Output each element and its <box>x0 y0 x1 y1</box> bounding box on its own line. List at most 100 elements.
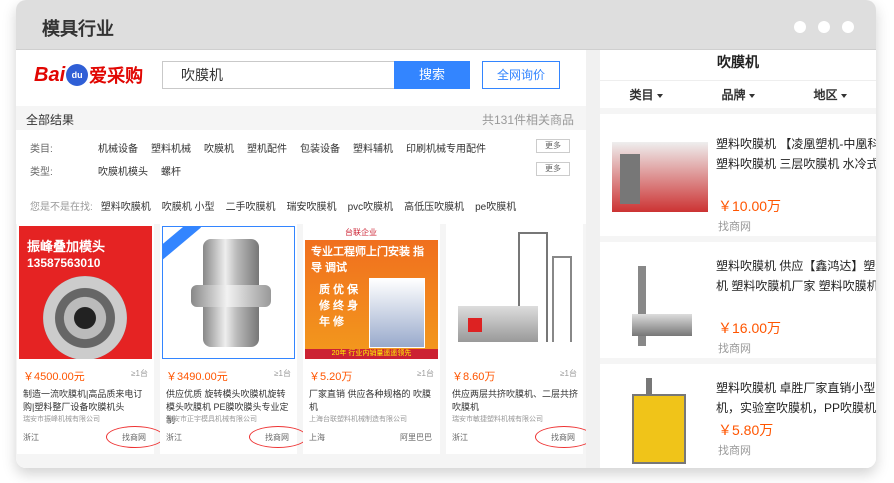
price-row: ￥5.20万 ≥1台 <box>309 368 434 384</box>
filter-option[interactable]: 塑料机械 <box>151 140 191 155</box>
filter-option[interactable]: 塑料辅机 <box>353 140 393 155</box>
region: 浙江 <box>23 433 39 442</box>
window-titlebar: 模具行业 <box>16 0 876 50</box>
company-name[interactable]: 瑞安市振峰机械有限公司 <box>23 414 150 424</box>
more-category-button[interactable]: 更多 <box>536 139 570 153</box>
suggest-option[interactable]: 高低压吹膜机 <box>404 198 464 213</box>
product-thumbnail[interactable] <box>612 378 708 468</box>
product-title[interactable]: 塑料吹膜机 卓胜厂家直销小型吹机，实验室吹膜机，PP吹膜机 <box>716 378 876 418</box>
product-title[interactable]: 厂家直销 供应各种规格的 吹膜机 <box>309 388 436 414</box>
product-image[interactable] <box>448 226 581 359</box>
company-name[interactable]: 瑞安市敏捷塑料机械有限公司 <box>452 414 579 424</box>
search-button[interactable]: 搜索 <box>394 61 470 89</box>
machine-graphic <box>632 394 686 464</box>
window-dot-2[interactable] <box>818 21 830 33</box>
product-thumbnail[interactable] <box>612 256 708 352</box>
suggest-option[interactable]: 塑料吹膜机 <box>101 198 151 213</box>
product-image[interactable]: 振峰叠加模头 13587563010 <box>19 226 152 359</box>
image-band-text: 专业工程师上门安装 指导 调试 <box>311 246 425 274</box>
source-site[interactable]: 找商网 <box>718 218 751 234</box>
product-image[interactable] <box>162 226 295 359</box>
paw-icon: du <box>66 64 89 86</box>
source-site[interactable]: 找商网 <box>249 426 307 448</box>
filter-row-type: 类型: 吹膜机模头 螺杆 <box>30 163 194 178</box>
filter-row-category: 类目: 机械设备 塑料机械 吹膜机 塑机配件 包装设备 塑料辅机 印刷机械专用配… <box>30 140 499 155</box>
product-card[interactable]: ￥8.60万 ≥1台 供应两层共挤吹膜机、二层共挤吹膜机 瑞安市敏捷塑料机械有限… <box>446 224 593 454</box>
min-order: ≥1台 <box>560 369 577 378</box>
price-row: ￥8.60万 ≥1台 <box>452 368 577 384</box>
logo-aicai-text: 爱采购 <box>89 66 144 86</box>
product-price: ￥3490.00元 <box>166 371 228 383</box>
product-thumbnail[interactable] <box>612 134 708 230</box>
filter-option[interactable]: 螺杆 <box>161 163 181 178</box>
window-dot-3[interactable] <box>842 21 854 33</box>
more-type-button[interactable]: 更多 <box>536 162 570 176</box>
source-site[interactable]: 找商网 <box>718 442 751 458</box>
source-site[interactable]: 找商网 <box>718 340 751 356</box>
product-title[interactable]: 塑料吹膜机 供应【鑫鸿达】塑料机 塑料吹膜机厂家 塑料吹膜机 <box>716 256 876 296</box>
machine-graphic <box>632 314 692 336</box>
tab-category[interactable]: 类目 <box>600 81 692 108</box>
image-vertical-text: 质 优 保 修 终 身 年 修 <box>319 284 359 328</box>
search-input[interactable]: 吹膜机 <box>162 61 394 89</box>
product-title[interactable]: 塑料吹膜机 【凌凰塑机-中凰科层塑料吹膜机 三层吹膜机 水冷式 <box>716 134 876 174</box>
mobile-list-item[interactable]: 塑料吹膜机 卓胜厂家直销小型吹机，实验室吹膜机，PP吹膜机 ￥5.80万 找商网 <box>600 364 876 468</box>
region: 浙江 <box>166 433 182 442</box>
tab-label: 品牌 <box>721 88 746 102</box>
browser-window: 模具行业 Bai du 爱采购 吹膜机 搜索 全网询价 全部结果 共131件相关… <box>16 0 876 468</box>
filter-label: 类型: <box>30 167 53 178</box>
search-results-panel: Bai du 爱采购 吹膜机 搜索 全网询价 全部结果 共131件相关商品 类目… <box>16 50 593 468</box>
product-title[interactable]: 制造一流吹膜机|高品质来电订购|塑料整厂设备吹膜机头 <box>23 388 150 414</box>
product-card[interactable]: ￥3490.00元 ≥1台 供应优质 旋转模头吹膜机旋转模头吹膜机 PE膜吹膜头… <box>160 224 307 454</box>
image-footer-text: 20年 行业内销量遥遥领先 <box>305 349 438 359</box>
suggest-option[interactable]: 二手吹膜机 <box>226 198 276 213</box>
price-row: ￥3490.00元 ≥1台 <box>166 368 291 384</box>
suggest-option[interactable]: pe吹膜机 <box>475 198 516 213</box>
image-text: 振峰叠加模头 <box>27 239 106 254</box>
region: 上海 <box>309 433 325 442</box>
filter-option[interactable]: 印刷机械专用配件 <box>406 140 486 155</box>
window-dot-1[interactable] <box>794 21 806 33</box>
filter-option[interactable]: 包装设备 <box>300 140 340 155</box>
image-brand-text: 台联企业 <box>305 226 438 240</box>
product-price: ￥5.80万 <box>718 422 774 438</box>
source-site[interactable]: 阿里巴巴 <box>400 432 432 443</box>
product-card[interactable]: 振峰叠加模头 13587563010 ￥4500.00元 ≥1台 制造一流吹膜机… <box>17 224 164 454</box>
product-card[interactable]: 台联企业 专业工程师上门安装 指导 调试 质 优 保 修 终 身 年 修 20年… <box>303 224 440 454</box>
product-price: ￥5.20万 <box>309 371 353 383</box>
card-footer: 上海 阿里巴巴 <box>309 432 432 443</box>
source-site[interactable]: 找商网 <box>535 426 593 448</box>
results-header: 全部结果 共131件相关商品 <box>16 106 586 130</box>
filter-option[interactable]: 吹膜机模头 <box>98 163 148 178</box>
results-count: 共131件相关商品 <box>481 113 574 127</box>
window-title: 模具行业 <box>42 19 114 39</box>
min-order: ≥1台 <box>417 369 434 378</box>
product-price: ￥10.00万 <box>718 198 782 214</box>
company-name[interactable]: 瑞安市正宇模具机械有限公司 <box>166 414 293 424</box>
suggest-option[interactable]: pvc吹膜机 <box>348 198 394 213</box>
mobile-list-item[interactable]: 塑料吹膜机 供应【鑫鸿达】塑料机 塑料吹膜机厂家 塑料吹膜机 ￥16.00万 找… <box>600 242 876 364</box>
product-price: ￥4500.00元 <box>23 371 85 383</box>
product-title[interactable]: 供应两层共挤吹膜机、二层共挤吹膜机 <box>452 388 579 414</box>
allnet-inquiry-button[interactable]: 全网询价 <box>482 61 560 89</box>
product-image[interactable]: 台联企业 专业工程师上门安装 指导 调试 质 优 保 修 终 身 年 修 20年… <box>305 226 438 359</box>
card-footer: 浙江 找商网 <box>23 426 164 448</box>
filter-option[interactable]: 吹膜机 <box>204 140 234 155</box>
machine-graphic <box>369 278 425 348</box>
tab-region[interactable]: 地区 <box>784 81 876 108</box>
source-site[interactable]: 找商网 <box>106 426 164 448</box>
image-text: 13587563010 <box>27 256 101 270</box>
price-row: ￥4500.00元 ≥1台 <box>23 368 148 384</box>
baidu-aicaigou-logo[interactable]: Bai du 爱采购 <box>34 60 143 90</box>
caret-down-icon <box>748 93 755 98</box>
badge-ribbon <box>163 227 202 260</box>
tab-brand[interactable]: 品牌 <box>692 81 784 108</box>
mobile-list-item[interactable]: 塑料吹膜机 【凌凰塑机-中凰科层塑料吹膜机 三层吹膜机 水冷式 ￥10.00万 … <box>600 120 876 242</box>
suggest-option[interactable]: 吹膜机 小型 <box>162 198 215 213</box>
filter-option[interactable]: 塑机配件 <box>247 140 287 155</box>
suggest-option[interactable]: 瑞安吹膜机 <box>287 198 337 213</box>
company-name[interactable]: 上海台联塑料机械制造有限公司 <box>309 414 436 424</box>
panel-divider <box>586 50 600 468</box>
filter-option[interactable]: 机械设备 <box>98 140 138 155</box>
all-results-label: 全部结果 <box>26 113 75 127</box>
